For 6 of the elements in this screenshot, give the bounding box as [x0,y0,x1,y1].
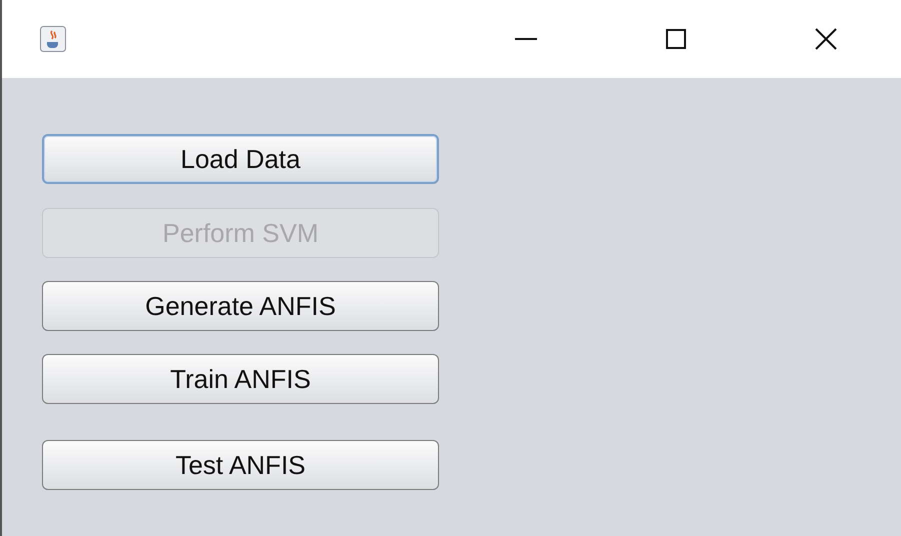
action-button[interactable]: Generate ANFIS [42,281,439,331]
java-cup-icon [40,26,66,52]
action-button[interactable]: Train ANFIS [42,354,439,404]
minimize-icon [515,38,537,40]
action-button[interactable]: Test ANFIS [42,440,439,490]
action-button[interactable]: Load Data [42,134,439,184]
